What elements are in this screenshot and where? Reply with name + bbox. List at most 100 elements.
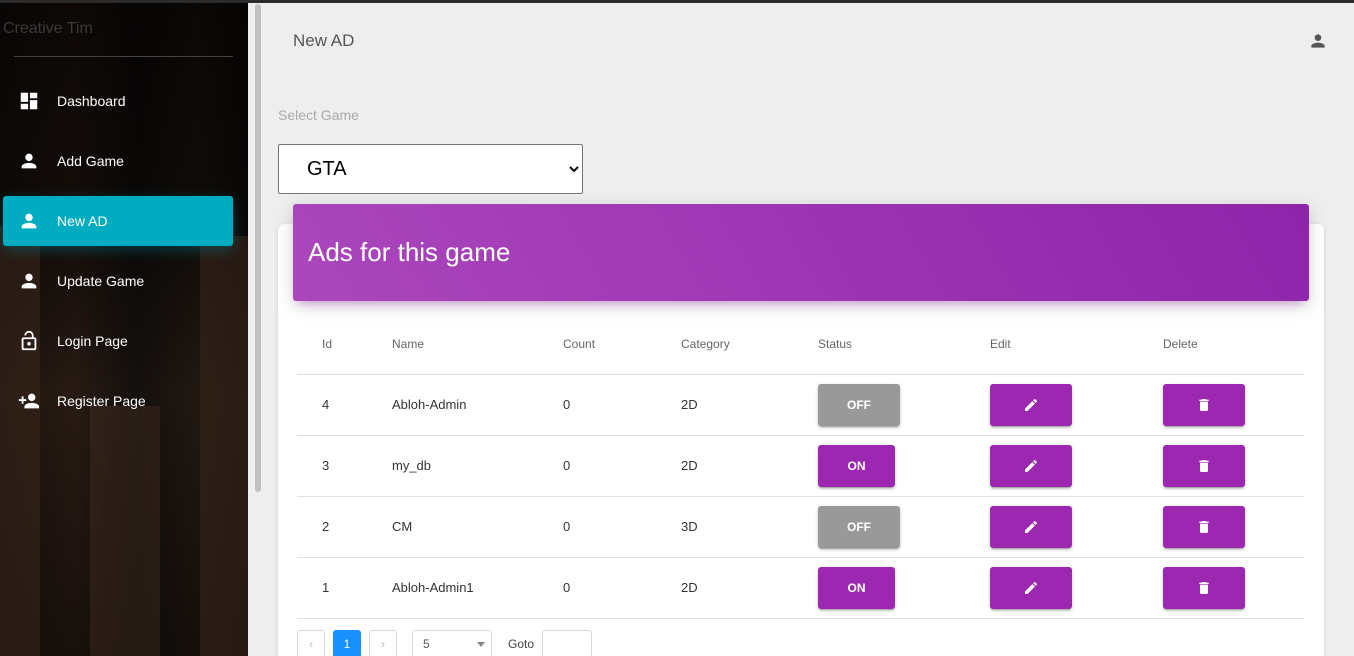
- sidebar-nav: Dashboard Add Game New AD Update Game Lo…: [3, 76, 233, 436]
- edit-button[interactable]: [990, 566, 1072, 609]
- cell-id: 4: [297, 374, 392, 436]
- table-row: 4 Abloh-Admin 0 2D OFF: [297, 374, 1304, 436]
- cell-count: 0: [563, 496, 681, 558]
- pencil-icon: [1025, 520, 1038, 533]
- table-header-row: Id Name Count Category Status Edit Delet…: [297, 314, 1304, 375]
- brand-logo[interactable]: Creative Tim: [3, 20, 93, 38]
- sidebar-item-label: New AD: [57, 213, 108, 229]
- cell-delete: [1163, 435, 1304, 497]
- status-toggle-button[interactable]: OFF: [818, 383, 900, 426]
- delete-button[interactable]: [1163, 444, 1245, 487]
- cell-count: 0: [563, 435, 681, 497]
- cell-name: Abloh-Admin1: [392, 557, 563, 619]
- sidebar-scrollbar[interactable]: [255, 4, 261, 492]
- sidebar-item-register-page[interactable]: Register Page: [3, 376, 233, 426]
- trash-icon: [1199, 581, 1209, 594]
- cell-name: CM: [392, 496, 563, 558]
- edit-button[interactable]: [990, 383, 1072, 426]
- status-toggle-button[interactable]: ON: [818, 566, 895, 609]
- table-row: 1 Abloh-Admin1 0 2D ON: [297, 557, 1304, 619]
- cell-name: Abloh-Admin: [392, 374, 563, 436]
- cell-edit: [990, 557, 1163, 619]
- trash-icon: [1199, 520, 1209, 533]
- cell-edit: [990, 435, 1163, 497]
- page-title: New AD: [293, 31, 355, 50]
- column-header-name: Name: [392, 314, 563, 375]
- edit-button[interactable]: [990, 444, 1072, 487]
- table-row: 3 my_db 0 2D ON: [297, 435, 1304, 497]
- cell-category: 2D: [681, 435, 818, 497]
- dashboard-icon: [17, 89, 41, 113]
- delete-button[interactable]: [1163, 383, 1245, 426]
- cell-delete: [1163, 496, 1304, 558]
- person-icon: [17, 149, 41, 173]
- cell-count: 0: [563, 557, 681, 619]
- column-header-edit: Edit: [990, 314, 1163, 375]
- select-game-label: Select Game: [278, 107, 359, 123]
- card-title: Ads for this game: [308, 237, 511, 267]
- status-toggle-button[interactable]: ON: [818, 444, 895, 487]
- cell-status: OFF: [818, 374, 990, 436]
- page-size-value: 5: [423, 637, 430, 651]
- cell-status: OFF: [818, 496, 990, 558]
- cell-delete: [1163, 557, 1304, 619]
- trash-icon: [1199, 459, 1209, 472]
- cell-id: 3: [297, 435, 392, 497]
- sidebar-item-dashboard[interactable]: Dashboard: [3, 76, 233, 126]
- pagination: ‹ 1 › 5 Goto: [297, 630, 593, 656]
- pencil-icon: [1025, 459, 1038, 472]
- trash-icon: [1199, 398, 1209, 411]
- sidebar-item-label: Dashboard: [57, 93, 126, 109]
- sidebar-item-label: Register Page: [57, 393, 146, 409]
- goto-label: Goto: [508, 637, 535, 651]
- cell-delete: [1163, 374, 1304, 436]
- prev-page-button[interactable]: ‹: [297, 630, 325, 656]
- cell-id: 2: [297, 496, 392, 558]
- cell-edit: [990, 496, 1163, 558]
- sidebar-item-label: Update Game: [57, 273, 145, 289]
- pencil-icon: [1025, 581, 1038, 594]
- sidebar-item-update-game[interactable]: Update Game: [3, 256, 233, 306]
- window-top-border: [0, 0, 1354, 3]
- next-page-button[interactable]: ›: [369, 630, 397, 656]
- cell-category: 2D: [681, 557, 818, 619]
- cell-edit: [990, 374, 1163, 436]
- sidebar-item-login-page[interactable]: Login Page: [3, 316, 233, 366]
- sidebar: Creative Tim Dashboard Add Game New AD U…: [0, 0, 248, 656]
- cell-name: my_db: [392, 435, 563, 497]
- lock-icon: [17, 329, 41, 353]
- column-header-count: Count: [563, 314, 681, 375]
- edit-button[interactable]: [990, 505, 1072, 548]
- game-select[interactable]: GTA: [278, 144, 583, 194]
- page-size-select[interactable]: 5: [412, 630, 492, 656]
- column-header-delete: Delete: [1163, 314, 1304, 375]
- column-header-status: Status: [818, 314, 990, 375]
- person-icon[interactable]: [1308, 31, 1328, 51]
- cell-category: 3D: [681, 496, 818, 558]
- delete-button[interactable]: [1163, 566, 1245, 609]
- sidebar-item-new-ad[interactable]: New AD: [3, 196, 233, 246]
- brand-divider: [14, 56, 233, 57]
- person-icon: [17, 209, 41, 233]
- sidebar-item-add-game[interactable]: Add Game: [3, 136, 233, 186]
- cell-status: ON: [818, 435, 990, 497]
- column-header-id: Id: [297, 314, 392, 375]
- delete-button[interactable]: [1163, 505, 1245, 548]
- ads-card-header: Ads for this game: [293, 204, 1309, 301]
- cell-id: 1: [297, 557, 392, 619]
- person-icon: [17, 269, 41, 293]
- background-building: [90, 406, 160, 656]
- person-add-icon: [17, 389, 41, 413]
- sidebar-item-label: Add Game: [57, 153, 124, 169]
- column-header-category: Category: [681, 314, 818, 375]
- goto-input[interactable]: [542, 630, 593, 656]
- caret-down-icon: [477, 641, 485, 647]
- cell-status: ON: [818, 557, 990, 619]
- table-row: 2 CM 0 3D OFF: [297, 496, 1304, 558]
- sidebar-item-label: Login Page: [57, 333, 128, 349]
- cell-count: 0: [563, 374, 681, 436]
- cell-category: 2D: [681, 374, 818, 436]
- status-toggle-button[interactable]: OFF: [818, 505, 900, 548]
- pencil-icon: [1025, 398, 1038, 411]
- page-button-current[interactable]: 1: [333, 630, 361, 656]
